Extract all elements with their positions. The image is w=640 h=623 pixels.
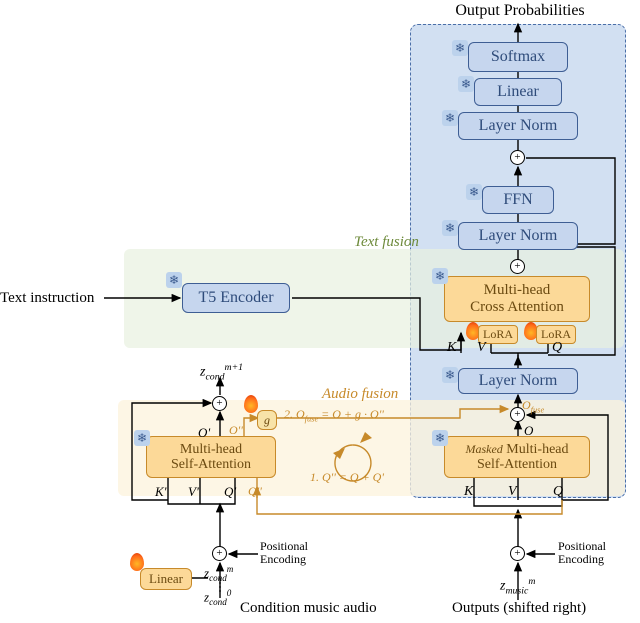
left-self-attention-block: Multi-head Self-Attention <box>146 436 276 478</box>
text-fusion-title: Text fusion <box>354 234 419 251</box>
audio-fusion-title: Audio fusion <box>322 386 398 403</box>
flame-icon <box>244 395 258 413</box>
snow-icon: ❄ <box>134 430 150 446</box>
eq2-label: 2. Ofuse = O + g · O'' <box>284 407 384 423</box>
softmax-block: Softmax <box>468 42 568 72</box>
linear-cond-block: Linear <box>140 568 192 590</box>
snow-icon: ❄ <box>166 272 182 288</box>
snow-icon: ❄ <box>442 110 458 126</box>
g-gate-block: g <box>257 410 277 430</box>
snow-icon: ❄ <box>442 367 458 383</box>
v-label: V <box>508 484 517 500</box>
q-label: Q <box>553 484 563 500</box>
k-label: K <box>447 340 456 356</box>
masked-self-attention-block: Masked Multi-head Self-AttentionMulti-he… <box>444 436 590 478</box>
o-fuse-label: Ofuse <box>522 398 544 414</box>
snow-icon: ❄ <box>442 220 458 236</box>
linear-block: Linear <box>474 78 562 106</box>
pos-enc-add-left-icon: + <box>212 546 227 561</box>
z-cond-mp1-label: zcondm+1 <box>200 362 243 382</box>
o-pp-label: O'' <box>229 423 243 438</box>
z-music-m-label: zmusicm <box>500 576 535 596</box>
outputs-label: Outputs (shifted right) <box>452 600 586 617</box>
z-cond-0-label: zcond0 <box>204 588 231 607</box>
o-label: O <box>524 423 533 439</box>
z-cond-m-label: zcondm <box>204 564 233 583</box>
cross-attention-block: Multi-head Cross Attention <box>444 276 590 322</box>
vp-label: V' <box>188 484 199 500</box>
residual-add-icon: + <box>510 259 525 274</box>
text-instruction-label: Text instruction <box>0 290 94 307</box>
layernorm-top-block: Layer Norm <box>458 112 578 140</box>
eq1-label: 1. Q'' = Q + Q' <box>310 470 384 485</box>
snow-icon: ❄ <box>432 268 448 284</box>
z-cond-add-icon: + <box>212 396 227 411</box>
qpp-label: Q'' <box>248 484 262 499</box>
pos-enc-add-right-icon: + <box>510 546 525 561</box>
q-label: Q <box>552 340 562 356</box>
v-label: V <box>477 340 486 356</box>
pos-enc-right-label: Positional Encoding <box>558 540 606 566</box>
ffn-block: FFN <box>482 186 554 214</box>
residual-add-icon: + <box>510 150 525 165</box>
snow-icon: ❄ <box>466 184 482 200</box>
layernorm-mid-block: Layer Norm <box>458 222 578 250</box>
layernorm-low-block: Layer Norm <box>458 368 578 394</box>
o-prime-label: O' <box>198 425 210 441</box>
kp-label: K' <box>155 484 166 500</box>
condition-audio-label: Condition music audio <box>240 600 377 617</box>
flame-icon <box>130 553 144 571</box>
pos-enc-left-label: Positional Encoding <box>260 540 308 566</box>
snow-icon: ❄ <box>452 40 468 56</box>
qp-label: Q' <box>224 484 236 500</box>
snow-icon: ❄ <box>432 430 448 446</box>
k-label: K <box>464 484 473 500</box>
t5-encoder-block: T5 Encoder <box>182 283 290 313</box>
output-probabilities-label: Output Probabilities <box>420 2 620 20</box>
snow-icon: ❄ <box>458 76 474 92</box>
